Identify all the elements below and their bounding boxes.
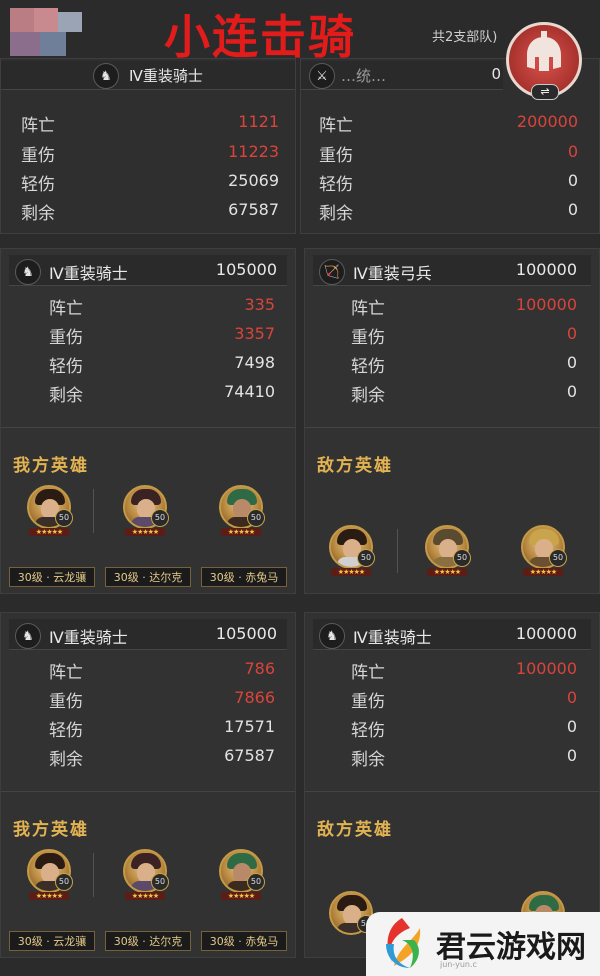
hero-tag: 30级 · 云龙骧 [9,931,95,951]
row-label: 轻伤 [319,175,353,195]
hero-portrait[interactable]: 50 ★★★★★ [219,485,265,537]
swap-icon[interactable]: ⇌ [531,84,559,100]
battle2-left-count: 105000 [215,624,277,643]
bow-icon: 🏹 [319,259,345,285]
row-label: 阵亡 [49,299,83,319]
summary-left-unit: Ⅳ重装骑士 [129,67,203,85]
row-label: 重伤 [319,146,353,166]
row-label: 剩余 [319,204,353,224]
row-label: 剩余 [351,386,385,406]
battle2-right-panel: ♞ Ⅳ重装骑士 100000 阵亡 100000 重伤 0 轻伤 0 剩余 0 … [304,612,600,958]
hero-portrait[interactable]: 50 ★★★★★ [27,485,73,537]
row-label: 剩余 [21,204,55,224]
row-value: 67587 [224,746,275,765]
knight-icon: ♞ [93,63,119,89]
hero-portrait[interactable]: 50 ★★★★★ [123,485,169,537]
watermark-logo-icon [386,918,421,968]
hero-portrait[interactable]: 50 ★★★★★ [329,525,375,577]
row-label: 重伤 [351,328,385,348]
row-value: 67587 [228,200,279,219]
watermark: 君云游戏网 jun-yun.c [366,912,600,976]
row-value: 7866 [234,688,275,707]
battle1-left-unit: Ⅳ重装骑士 [49,264,128,283]
row-label: 轻伤 [49,721,83,741]
knight-icon: ♞ [15,259,41,285]
row-value: 3357 [234,324,275,343]
row-value: 100000 [515,295,577,314]
row-label: 轻伤 [351,721,385,741]
hero-tag: 30级 · 达尔克 [105,567,191,587]
row-value: 17571 [224,717,275,736]
hero-portrait[interactable]: 50 ★★★★★ [425,525,471,577]
row-label: 重伤 [351,692,385,712]
battle2-left-panel: ♞ Ⅳ重装骑士 105000 阵亡 786 重伤 7866 轻伤 17571 剩… [0,612,296,958]
enemy-heroes-title: 敌方英雄 [317,820,393,840]
row-value: 0 [567,171,578,190]
enemy-heroes-title: 敌方英雄 [317,456,393,476]
summary-right-unit: …统… [341,67,387,85]
hero-tag: 30级 · 赤兔马 [201,567,287,587]
row-value: 7498 [234,353,275,372]
row-value: 786 [244,659,275,678]
battle2-right-count: 100000 [515,624,577,643]
hero-portrait[interactable]: 50 ★★★★★ [219,849,265,901]
row-label: 轻伤 [351,357,385,377]
row-label: 轻伤 [21,175,55,195]
summary-right-count: 0 [491,65,501,83]
battle2-left-unit: Ⅳ重装骑士 [49,628,128,647]
hero-tag: 30级 · 赤兔马 [201,931,287,951]
hero-tag: 30级 · 达尔克 [105,931,191,951]
knight-icon: ♞ [15,623,41,649]
hero-portrait[interactable]: 50 ★★★★★ [521,525,567,577]
row-label: 重伤 [49,692,83,712]
row-label: 阵亡 [319,116,353,136]
hero-tag: 30级 · 云龙骧 [9,567,95,587]
row-label: 重伤 [49,328,83,348]
battle1-left-count: 105000 [215,260,277,279]
row-value: 25069 [228,171,279,190]
row-label: 轻伤 [49,357,83,377]
row-value: 11223 [228,142,279,161]
overlay-title: 小连击骑 [164,10,356,64]
row-value: 0 [567,142,578,161]
row-value: 335 [244,295,275,314]
row-value: 200000 [516,112,578,131]
row-value: 0 [566,717,577,736]
row-value: 74410 [224,382,275,401]
battle2-right-unit: Ⅳ重装骑士 [353,628,432,647]
our-heroes-title: 我方英雄 [13,820,89,840]
knight-icon: ♞ [319,623,345,649]
row-label: 阵亡 [49,663,83,683]
watermark-sub: jun-yun.c [440,960,477,969]
battle1-left-panel: ♞ Ⅳ重装骑士 105000 阵亡 335 重伤 3357 轻伤 7498 剩余… [0,248,296,594]
battle1-right-unit: Ⅳ重装弓兵 [353,264,432,283]
row-value: 0 [566,746,577,765]
row-value: 0 [567,200,578,219]
hero-portrait[interactable]: 50 ★★★★★ [27,849,73,901]
row-value: 1121 [238,112,279,131]
row-value: 0 [566,353,577,372]
row-label: 剩余 [49,750,83,770]
row-label: 阵亡 [351,663,385,683]
battle1-right-panel: 🏹 Ⅳ重装弓兵 100000 阵亡 100000 重伤 0 轻伤 0 剩余 0 … [304,248,600,594]
row-value: 0 [566,324,577,343]
header-note: 共2支部队) [432,30,498,45]
row-label: 阵亡 [351,299,385,319]
row-value: 100000 [515,659,577,678]
summary-left-panel: ♞ Ⅳ重装骑士 阵亡 1121 重伤 11223 轻伤 25069 剩余 675… [0,58,296,234]
row-label: 剩余 [49,386,83,406]
battle1-right-count: 100000 [515,260,577,279]
row-value: 0 [566,382,577,401]
our-heroes-title: 我方英雄 [13,456,89,476]
row-label: 重伤 [21,146,55,166]
row-label: 剩余 [351,750,385,770]
hero-portrait[interactable]: 50 ★★★★★ [123,849,169,901]
row-label: 阵亡 [21,116,55,136]
row-value: 0 [566,688,577,707]
archer-icon: ⚔ [309,63,335,89]
